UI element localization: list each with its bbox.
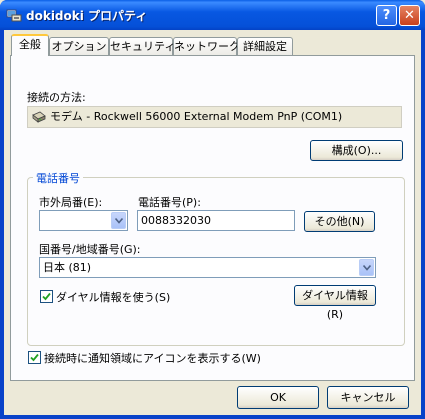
- cancel-button[interactable]: キャンセル: [327, 386, 409, 409]
- modem-device-field: モデム - Rockwell 56000 External Modem PnP …: [27, 106, 402, 128]
- dialing-rules-button[interactable]: ダイヤル情報(R): [294, 285, 376, 321]
- tab-security[interactable]: セキュリティ: [109, 37, 175, 55]
- show-notify-icon-checkbox[interactable]: [28, 351, 41, 364]
- show-notify-icon-label[interactable]: 接続時に通知領域にアイコンを表示する(W): [44, 350, 261, 366]
- configure-button[interactable]: 構成(O)...: [310, 140, 403, 161]
- title-bar[interactable]: dokidoki プロパティ ? ✕: [0, 0, 425, 30]
- help-button[interactable]: ?: [376, 5, 397, 26]
- country-code-value: 日本 (81): [43, 261, 92, 274]
- phone-number-group-title: 電話番号: [33, 170, 83, 186]
- phone-number-input[interactable]: 0088332030: [137, 210, 295, 231]
- area-code-label: 市外局番(E):: [39, 196, 103, 209]
- tab-options[interactable]: オプション: [49, 37, 109, 55]
- dialog-client: 全般 オプション セキュリティ ネットワーク 詳細設定 接続の方法: モデム -…: [4, 30, 421, 415]
- checkmark-icon: [30, 353, 39, 362]
- tab-advanced[interactable]: 詳細設定: [237, 37, 293, 55]
- chevron-down-icon[interactable]: [359, 259, 374, 276]
- modem-icon: [32, 111, 46, 123]
- other-button[interactable]: その他(N): [304, 211, 375, 232]
- properties-window: dokidoki プロパティ ? ✕ 全般 オプション セキュリティ ネットワー…: [0, 0, 425, 419]
- phone-number-label: 電話番号(P):: [138, 196, 201, 209]
- tab-network[interactable]: ネットワーク: [173, 37, 240, 55]
- area-code-dropdown[interactable]: [39, 210, 128, 231]
- ok-button[interactable]: OK: [237, 386, 319, 409]
- country-code-label: 国番号/地域番号(G):: [39, 243, 141, 256]
- connection-icon: [6, 9, 22, 22]
- modem-device-name: モデム - Rockwell 56000 External Modem PnP …: [50, 110, 343, 123]
- country-code-dropdown[interactable]: 日本 (81): [39, 257, 376, 278]
- close-button[interactable]: ✕: [399, 5, 420, 26]
- tab-general[interactable]: 全般: [11, 34, 49, 56]
- use-dialing-rules-checkbox[interactable]: [40, 290, 53, 303]
- use-dialing-rules-label[interactable]: ダイヤル情報を使う(S): [56, 289, 170, 305]
- tab-panel-general: 接続の方法: モデム - Rockwell 56000 External Mod…: [10, 55, 415, 381]
- connect-using-label: 接続の方法:: [27, 91, 86, 104]
- checkmark-icon: [42, 292, 51, 301]
- window-title: dokidoki プロパティ: [26, 9, 148, 23]
- chevron-down-icon[interactable]: [111, 212, 126, 229]
